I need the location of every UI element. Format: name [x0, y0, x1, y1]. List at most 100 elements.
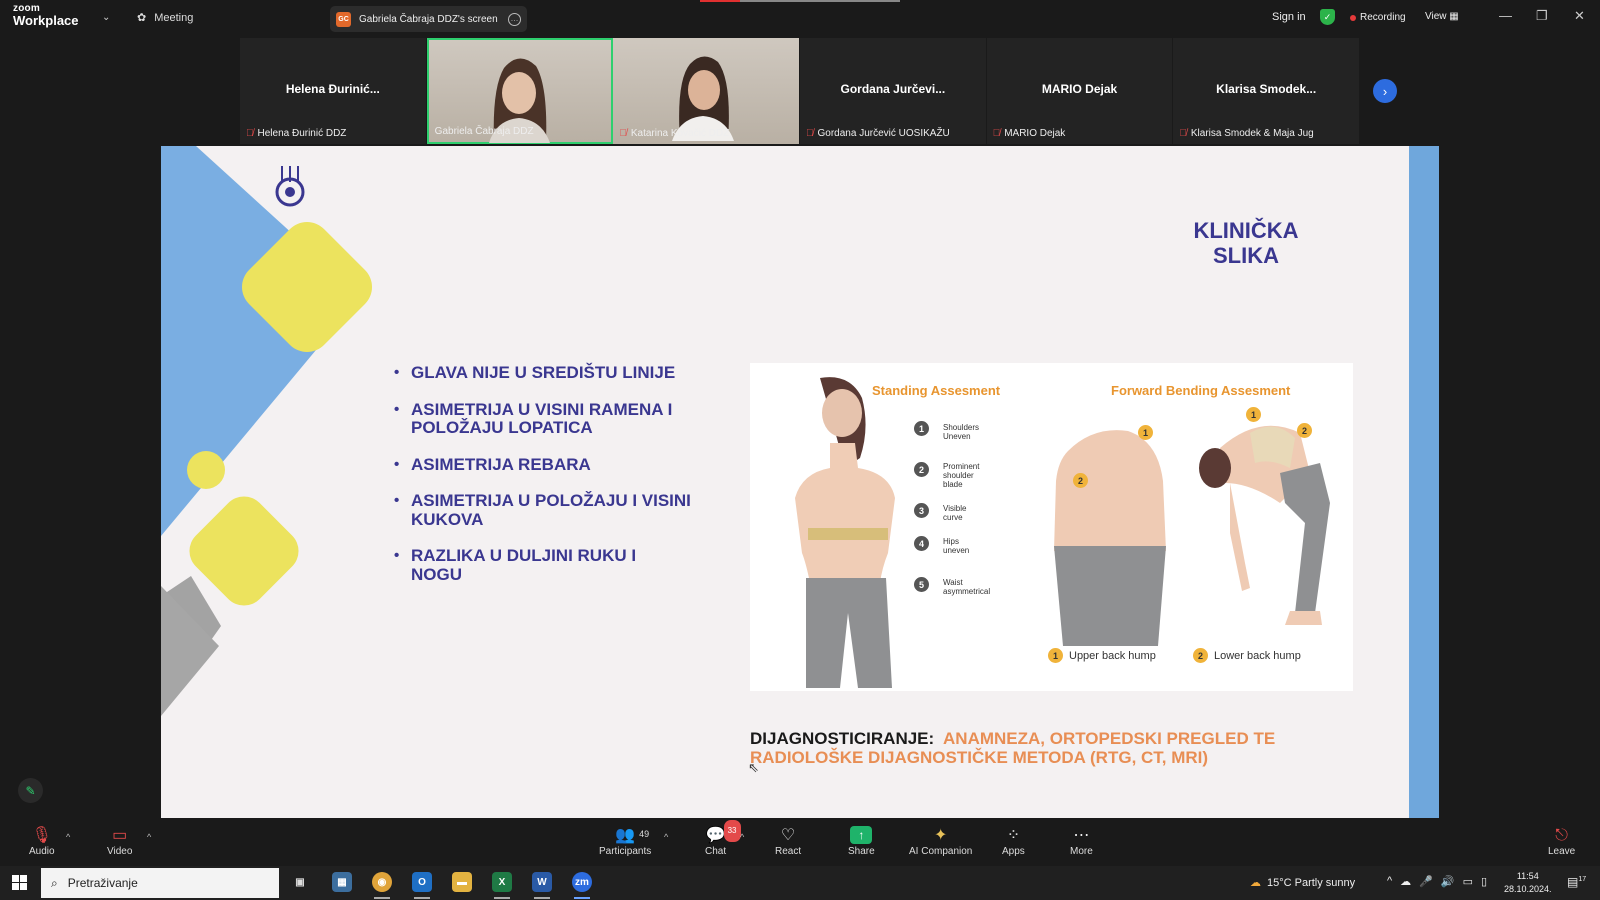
volume-icon[interactable]: 🔊: [1441, 875, 1455, 888]
participant-tile[interactable]: Helena Đurinić... 🎙̸ Helena Đurinić DDZ: [240, 38, 427, 144]
chevron-up-icon[interactable]: ^: [1387, 875, 1392, 888]
record-dot-icon: [1350, 14, 1356, 21]
clock-date: 28.10.2024.: [1504, 884, 1552, 894]
react-button[interactable]: ♡ React: [775, 826, 801, 857]
participants-button[interactable]: 👥 49 Participants: [599, 826, 651, 857]
mouse-cursor-icon: ⇖: [748, 760, 759, 775]
annotate-pencil-icon[interactable]: ✎: [18, 778, 43, 803]
task-view-icon[interactable]: ▣: [290, 872, 310, 892]
calculator-icon[interactable]: ▦: [332, 872, 352, 892]
running-indicator: [414, 897, 430, 899]
diagnostics-label: DIJAGNOSTICIRANJE:: [750, 729, 935, 748]
ai-companion-button[interactable]: ✦ AI Companion: [909, 826, 972, 857]
share-indicator: [700, 0, 740, 2]
participants-icon: 👥 49: [615, 826, 649, 846]
shared-slide: KLINIČKA SLIKA GLAVA NIJE U SREDIŠTU LIN…: [161, 146, 1439, 818]
network-icon[interactable]: ▭: [1463, 875, 1473, 888]
participant-tile[interactable]: 🎙̸ Katarina Kovačić DDZ: [613, 38, 801, 144]
zoom-logo: zoom Workplace: [13, 4, 79, 28]
leave-icon: ⎋: [1555, 827, 1568, 844]
video-button[interactable]: ▭ Video: [107, 826, 132, 857]
apps-label: Apps: [1002, 846, 1025, 857]
legend-label: Upper back hump: [1069, 649, 1156, 662]
running-indicator: [534, 897, 550, 899]
participant-display-name: Klarisa Smodek...: [1216, 82, 1317, 96]
word-icon[interactable]: W: [532, 872, 552, 892]
more-icon: ⋯: [1073, 827, 1090, 844]
clock[interactable]: 11:54 28.10.2024.: [1504, 870, 1552, 896]
forward-bend-illustration: [1199, 425, 1330, 625]
step-number: 4: [914, 536, 929, 551]
file-explorer-icon[interactable]: ▬: [452, 872, 472, 892]
paw-icon: ✿: [137, 12, 147, 24]
running-indicator: [494, 897, 510, 899]
list-item: ASIMETRIJA U POLOŽAJU I VISINI KUKOVA: [391, 491, 691, 529]
participant-display-name: Helena Đurinić...: [285, 82, 380, 96]
clock-time: 11:54: [1516, 871, 1539, 881]
step-label: Visible curve: [943, 504, 967, 522]
leave-button[interactable]: ⎋ Leave: [1548, 826, 1575, 857]
weather-icon: ☁: [1250, 877, 1261, 889]
upper-hump-marker: 1: [1138, 425, 1153, 440]
windows-start-icon[interactable]: [12, 875, 27, 890]
search-icon: ⌕: [51, 875, 58, 890]
step-number: 2: [914, 462, 929, 477]
mic-off-icon: 🎙̸: [246, 128, 254, 139]
audio-button[interactable]: 🎙 Audio: [29, 826, 55, 857]
weather-widget[interactable]: ☁ 15°C Partly sunny: [1250, 876, 1355, 890]
participant-tile-active-speaker[interactable]: Gabriela Čabraja DDZ: [426, 38, 614, 144]
share-label: Share: [848, 846, 875, 857]
participant-name: Gabriela Čabraja DDZ: [434, 126, 534, 137]
react-label: React: [775, 846, 802, 857]
participants-options-caret[interactable]: ^: [664, 832, 668, 842]
chevron-down-icon[interactable]: ⌄: [102, 12, 110, 23]
chrome-icon[interactable]: ◉: [372, 872, 392, 892]
sharer-avatar: GC: [336, 11, 351, 27]
minimize-icon[interactable]: —: [1499, 8, 1512, 23]
microphone-icon[interactable]: 🎤: [1419, 875, 1433, 888]
slide-title: KLINIČKA SLIKA: [1121, 218, 1371, 268]
taskbar-search[interactable]: ⌕ Pretraživanje: [41, 868, 279, 898]
participant-tile[interactable]: MARIO Dejak 🎙̸ MARIO Dejak: [986, 38, 1174, 144]
video-options-caret[interactable]: ^: [147, 832, 151, 842]
lower-hump-marker: 2: [1073, 473, 1088, 488]
chat-options-caret[interactable]: ^: [740, 832, 744, 842]
battery-icon[interactable]: ▯: [1481, 875, 1487, 888]
audio-options-caret[interactable]: ^: [66, 832, 70, 842]
list-item: ASIMETRIJA U VISINI RAMENA I POLOŽAJU LO…: [391, 400, 691, 438]
mic-off-icon: 🎙̸: [619, 128, 627, 139]
cloud-icon[interactable]: ☁: [1400, 875, 1411, 888]
mic-off-icon: 🎙̸: [806, 128, 814, 139]
participant-label: 🎙̸ Klarisa Smodek & Maja Jug: [1179, 128, 1313, 139]
next-participants-button[interactable]: ›: [1373, 79, 1397, 103]
apps-button[interactable]: ⁘ Apps: [1002, 826, 1025, 857]
meeting-button[interactable]: ✿ Meeting: [137, 11, 193, 25]
outlook-icon[interactable]: O: [412, 872, 432, 892]
more-button[interactable]: ⋯ More: [1070, 826, 1093, 857]
participant-tile[interactable]: Klarisa Smodek... 🎙̸ Klarisa Smodek & Maj…: [1173, 38, 1361, 144]
sign-in-link[interactable]: Sign in: [1272, 11, 1306, 23]
step-number: 1: [914, 421, 929, 436]
shared-screen-pill[interactable]: GC Gabriela Čabraja DDZ's screen …: [330, 6, 527, 32]
share-indicator-track: [740, 0, 900, 2]
participant-tile[interactable]: Gordana Jurčevi... 🎙̸ Gordana Jurčević UO…: [800, 38, 987, 144]
chat-icon: 💬 33: [706, 820, 741, 846]
close-icon[interactable]: ✕: [1574, 8, 1585, 24]
zoom-app-icon[interactable]: zm: [572, 872, 592, 892]
notification-center-icon[interactable]: ▤17: [1567, 875, 1586, 889]
participant-name: Gordana Jurčević UOSIKAŽU: [817, 128, 950, 139]
share-button[interactable]: ↑ Share: [848, 826, 875, 857]
chat-button[interactable]: 💬 33 Chat: [705, 820, 741, 857]
more-options-icon[interactable]: …: [508, 12, 521, 26]
view-button[interactable]: View ▦: [1425, 11, 1459, 22]
shared-screen-label: Gabriela Čabraja DDZ's screen: [359, 13, 498, 25]
excel-icon[interactable]: X: [492, 872, 512, 892]
lower-hump-marker: 2: [1297, 423, 1312, 438]
view-label: View: [1425, 11, 1447, 22]
participant-label: 🎙̸ Helena Đurinić DDZ: [246, 128, 346, 139]
shield-icon[interactable]: ✓: [1320, 9, 1335, 25]
diagnostics-text: DIJAGNOSTICIRANJE: ANAMNEZA, ORTOPEDSKI …: [750, 729, 1370, 767]
restore-icon[interactable]: ❐: [1536, 8, 1548, 24]
heart-icon: ♡: [780, 827, 796, 844]
recording-indicator[interactable]: Recording: [1350, 12, 1406, 23]
